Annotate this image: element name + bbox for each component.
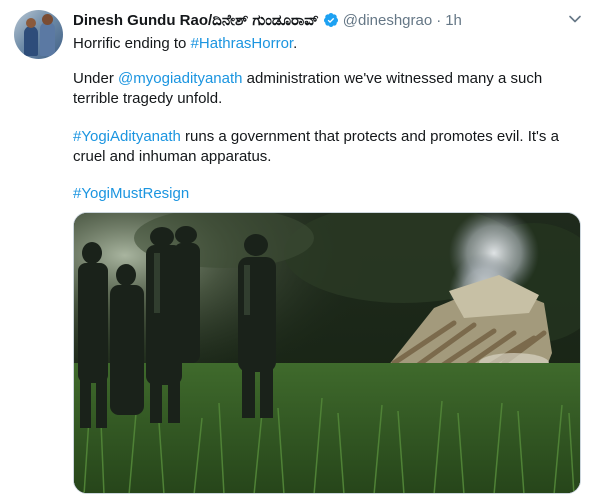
avatar-figure: [42, 14, 53, 25]
night-cremation-photo: [74, 213, 580, 493]
user-handle[interactable]: @dineshgrao: [343, 12, 432, 29]
tweet-card[interactable]: Dinesh Gundu Rao/ದಿನೇಶ್ ಗುಂಡೂರಾವ್ @dines…: [0, 0, 601, 494]
text-span: Under: [73, 70, 119, 87]
hashtag-link[interactable]: #YogiAdityanath: [73, 128, 181, 145]
display-name[interactable]: Dinesh Gundu Rao/ದಿನೇಶ್ ಗುಂಡೂರಾವ್: [73, 12, 319, 29]
hashtag-link[interactable]: #YogiMustResign: [73, 185, 189, 202]
tweet-paragraph-4: #YogiMustResign: [73, 184, 189, 204]
avatar-figure: [40, 22, 55, 56]
text-span: .: [293, 35, 298, 52]
separator-dot: ·: [436, 11, 442, 29]
tweet-paragraph-3: #YogiAdityanath runs a government that p…: [73, 127, 573, 166]
hashtag-link[interactable]: #HathrasHorror: [191, 35, 294, 52]
tweet-media-image[interactable]: [73, 212, 581, 494]
avatar-figure: [26, 18, 36, 28]
mention-link[interactable]: @myogiadityanath: [118, 70, 242, 87]
verified-badge-icon: [323, 13, 338, 27]
tweet-line-1: Horrific ending to #HathrasHorror.: [73, 34, 297, 54]
chevron-down-icon[interactable]: [568, 12, 582, 26]
text-span: Horrific ending to: [73, 35, 191, 52]
avatar-figure: [24, 26, 38, 56]
tweet-paragraph-2: Under @myogiadityanath administration we…: [73, 69, 573, 108]
avatar[interactable]: [14, 10, 63, 59]
tweet-header: Dinesh Gundu Rao/ದಿನೇಶ್ ಗುಂಡೂರಾವ್ @dines…: [73, 10, 462, 30]
timestamp[interactable]: 1h: [445, 12, 462, 29]
